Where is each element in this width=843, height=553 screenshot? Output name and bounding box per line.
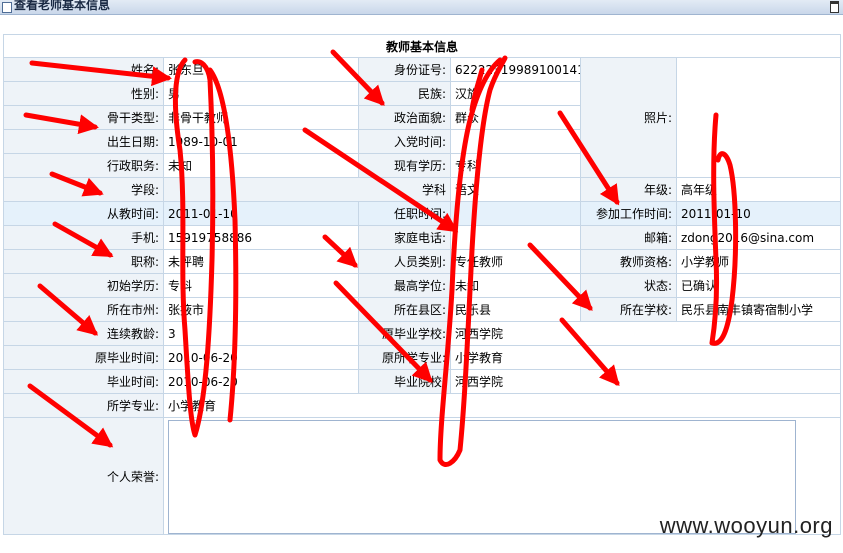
home-phone-value [450,225,581,250]
staff-type-label: 人员类别: [358,249,451,274]
staff-type-value: 专任教师 [450,249,581,274]
admin-post-label: 行政职务: [3,153,164,178]
years-label: 连续教龄: [3,321,164,346]
phone-value: 15919758886 [163,225,359,250]
work-start-label: 参加工作时间: [580,201,677,226]
grad-school-label: 毕业院校: [358,369,451,394]
party-date-label: 入党时间: [358,129,451,154]
orig-grad-time-label: 原毕业时间: [3,345,164,370]
school-label: 所在学校: [580,297,677,322]
status-value: 已确认 [675,273,842,298]
city-label: 所在市州: [3,297,164,322]
years-value: 3 [163,321,359,346]
watermark: www.wooyun.org [659,513,833,538]
subject-value: 语文 [450,177,581,202]
photo-area [675,57,842,178]
birth-date-label: 出生日期: [3,129,164,154]
backbone-type-value: 非骨干教师 [163,105,359,130]
window-title-bar: 查看老师基本信息 [0,0,843,15]
status-label: 状态: [580,273,677,298]
birth-date-value: 1989-10-01 [163,129,359,154]
party-date-value [450,129,581,154]
title-label: 职称: [3,249,164,274]
city-value: 张掖市 [163,297,359,322]
id-card-label: 身份证号: [358,57,451,82]
grade-label: 年级: [580,177,677,202]
title-value: 未评聘 [163,249,359,274]
teach-start-label: 从教时间: [3,201,164,226]
grad-school-value: 河西学院 [449,369,842,394]
orig-major-label: 原所学专业: [358,345,451,370]
politics-label: 政治面貌: [358,105,451,130]
major-label: 所学专业: [3,393,164,418]
home-phone-label: 家庭电话: [358,225,451,250]
major-value: 小学教育 [162,393,842,418]
qualification-label: 教师资格: [580,249,677,274]
maximize-icon[interactable] [830,1,839,13]
school-value: 民乐县南丰镇寄宿制小学 [675,297,842,322]
county-value: 民乐县 [450,297,581,322]
name-label: 姓名: [3,57,164,82]
grad-time-value: 2010-06-20 [163,369,359,394]
email-value: zdong2016@sina.com [675,225,842,250]
photo-label: 照片: [580,57,677,178]
gender-value: 男 [163,81,359,106]
first-education-value: 专科 [163,273,359,298]
orig-major-value: 小学教育 [449,345,842,370]
ethnicity-label: 民族: [358,81,451,106]
grad-time-label: 毕业时间: [3,369,164,394]
job-title-time-value [450,201,581,226]
form-heading: 教师基本信息 [2,34,842,58]
education-label: 现有学历: [358,153,451,178]
email-label: 邮箱: [580,225,677,250]
window-title: 查看老师基本信息 [14,0,111,12]
politics-value: 群众 [450,105,581,130]
first-education-label: 初始学历: [3,273,164,298]
orig-school-value: 河西学院 [449,321,842,346]
ethnicity-value: 汉族 [450,81,581,106]
document-icon [2,2,12,13]
honors-label: 个人荣誉: [3,417,164,535]
degree-label: 最高学位: [358,273,451,298]
stage-label: 学段: [3,177,164,202]
job-title-time-label: 任职时间: [358,201,451,226]
phone-label: 手机: [3,225,164,250]
backbone-type-label: 骨干类型: [3,105,164,130]
grade-value: 高年级 [675,177,842,202]
gender-label: 性别: [3,81,164,106]
teach-start-value: 2011-01-10 [163,201,359,226]
education-value: 专科 [450,153,581,178]
orig-school-label: 原毕业学校: [358,321,451,346]
id-card-value: 622223199891001417X [450,57,581,82]
admin-post-value: 未知 [163,153,359,178]
qualification-value: 小学教师 [675,249,842,274]
subject-label: 学科 [163,177,451,202]
name-value: 张东旦 [163,57,359,82]
degree-value: 未知 [450,273,581,298]
teacher-info-form: 教师基本信息 姓名: 张东旦 身份证号: 622223199891001417X… [2,34,842,535]
work-start-value: 2011-01-10 [675,201,842,226]
orig-grad-time-value: 2010-06-20 [163,345,359,370]
county-label: 所在县区: [358,297,451,322]
